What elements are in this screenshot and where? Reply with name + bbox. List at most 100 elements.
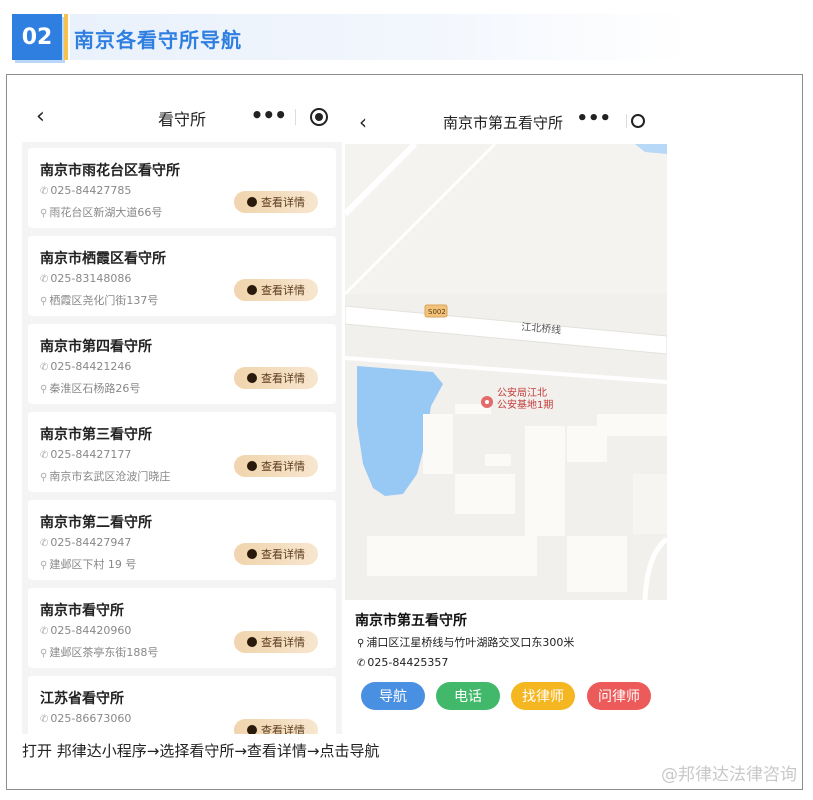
list-item[interactable]: 南京市第三看守所 ✆ 025-84427177 ⚲ 南京市玄武区沧波门晓庄 查看详情 bbox=[28, 412, 336, 492]
more-icon[interactable]: ••• bbox=[251, 103, 287, 127]
nav-divider bbox=[295, 109, 296, 125]
list-item-address: ⚲ 建邺区茶亭东街188号 bbox=[40, 644, 158, 660]
list-item-phone: ✆ 025-84427177 bbox=[40, 448, 131, 461]
call-button[interactable]: 电话 bbox=[436, 682, 500, 710]
list-item-address: ⚲ 秦淮区石杨路26号 bbox=[40, 380, 140, 396]
view-details-button[interactable]: 查看详情 bbox=[234, 631, 318, 653]
list-item-phone: ✆ 025-84421246 bbox=[40, 360, 131, 373]
list-item-address: ⚲ 南京市玄武区沧波门晓庄 bbox=[40, 468, 170, 484]
view-details-label: 查看详情 bbox=[261, 284, 305, 297]
road-shield-label: S002 bbox=[428, 308, 446, 316]
location-phone-text: 025-84425357 bbox=[367, 656, 449, 669]
location-pin-icon: ⚲ bbox=[40, 472, 48, 483]
location-phone[interactable]: ✆ 025-84425357 bbox=[357, 656, 448, 669]
list-item-address: ⚲ 建邺区下村 19 号 bbox=[40, 556, 136, 572]
detail-icon bbox=[247, 373, 257, 383]
map-canvas: S002 江北桥线 公安局江北 公安基地1期 bbox=[345, 144, 667, 600]
phone-icon: ✆ bbox=[40, 450, 49, 461]
left-navbar: ‹ 看守所 ••• bbox=[22, 92, 342, 142]
view-details-button[interactable]: 查看详情 bbox=[234, 279, 318, 301]
list-item[interactable]: 南京市雨花台区看守所 ✆ 025-84427785 ⚲ 雨花台区新湖大道66号 查看详情 bbox=[28, 148, 336, 228]
list-item[interactable]: 南京市看守所 ✆ 025-84420960 ⚲ 建邺区茶亭东街188号 查看详情 bbox=[28, 588, 336, 668]
view-details-label: 查看详情 bbox=[261, 548, 305, 561]
list-item-name: 南京市第二看守所 bbox=[40, 515, 152, 531]
list-item-name: 南京市雨花台区看守所 bbox=[40, 163, 180, 179]
right-nav-title: 南京市第五看守所 bbox=[443, 114, 564, 132]
view-details-label: 查看详情 bbox=[261, 372, 305, 385]
list-item[interactable]: 江苏省看守所 ✆025-86673060 ⚲南京市建邺区清河路9号 查看详情 bbox=[28, 676, 336, 734]
phone-icon: ✆ bbox=[40, 714, 49, 725]
more-icon[interactable]: ••• bbox=[576, 108, 611, 129]
list-item-phone-text: 025-84427947 bbox=[50, 536, 132, 549]
detail-icon bbox=[247, 285, 257, 295]
right-navbar: ‹ 南京市第五看守所 ••• bbox=[345, 96, 667, 144]
list-item-address-text: 栖霞区尧化门街137号 bbox=[49, 294, 159, 307]
list-item-address-text: 秦淮区石杨路26号 bbox=[49, 382, 141, 395]
watermark: @邦律达法律咨询 bbox=[661, 765, 797, 785]
ask-lawyer-button[interactable]: 问律师 bbox=[587, 682, 651, 710]
list-item-phone: ✆ 025-86673060 bbox=[40, 712, 131, 725]
map-view[interactable]: S002 江北桥线 公安局江北 公安基地1期 bbox=[345, 144, 667, 600]
detention-list: 南京市雨花台区看守所 ✆ 025-84427785 ⚲ 雨花台区新湖大道66号 查看详情南… bbox=[22, 148, 342, 734]
close-miniprogram-icon[interactable] bbox=[631, 114, 645, 128]
phone-icon: ✆ bbox=[40, 362, 49, 373]
list-item-phone-text: 025-84420960 bbox=[50, 624, 132, 637]
list-item-address: ⚲ 栖霞区尧化门街137号 bbox=[40, 292, 158, 308]
list-item-address: ⚲ 雨花台区新湖大道66号 bbox=[40, 204, 162, 220]
section-title: 南京各看守所导航 bbox=[74, 28, 242, 52]
find-lawyer-button[interactable]: 找律师 bbox=[511, 682, 575, 710]
view-details-button[interactable]: 查看详情 bbox=[234, 543, 318, 565]
phone-icon: ✆ bbox=[40, 538, 49, 549]
back-button[interactable]: ‹ bbox=[359, 110, 367, 134]
phone-icon: ✆ bbox=[40, 626, 49, 637]
detail-icon bbox=[247, 725, 257, 734]
list-item[interactable]: 南京市第四看守所 ✆ 025-84421246 ⚲ 秦淮区石杨路26号 查看详情 bbox=[28, 324, 336, 404]
location-address-text: 浦口区江星桥线与竹叶湖路交叉口东300米 bbox=[366, 636, 575, 649]
list-item-phone-text: 025-84427785 bbox=[50, 184, 132, 197]
list-item-phone-text: 025-86673060 bbox=[50, 712, 132, 725]
location-pin-icon: ⚲ bbox=[40, 648, 48, 659]
view-details-button[interactable]: 查看详情 bbox=[234, 719, 318, 734]
list-item-address-text: 建邺区茶亭东街188号 bbox=[49, 646, 159, 659]
location-pin-icon: ⚲ bbox=[357, 638, 365, 649]
header-accent-bar bbox=[64, 14, 68, 60]
list-item-phone-text: 025-84427177 bbox=[50, 448, 132, 461]
navigate-button[interactable]: 导航 bbox=[361, 682, 425, 710]
location-address: ⚲ 浦口区江星桥线与竹叶湖路交叉口东300米 bbox=[357, 634, 574, 650]
poi-label-line2: 公安基地1期 bbox=[497, 398, 553, 411]
list-item[interactable]: 南京市第二看守所 ✆ 025-84427947 ⚲ 建邺区下村 19 号查看详情 bbox=[28, 500, 336, 580]
list-item-phone-text: 025-84421246 bbox=[50, 360, 132, 373]
detail-icon bbox=[247, 461, 257, 471]
detail-icon bbox=[247, 197, 257, 207]
phone-icon: ✆ bbox=[40, 186, 49, 197]
instruction-caption: 打开 邦律达小程序→选择看守所→查看详情→点击导航 bbox=[22, 742, 380, 760]
section-number: 02 bbox=[12, 14, 62, 60]
list-item-address-text: 南京市玄武区沧波门晓庄 bbox=[49, 470, 171, 483]
list-item-name: 江苏省看守所 bbox=[40, 691, 124, 707]
location-pin-icon: ⚲ bbox=[40, 384, 48, 395]
view-details-label: 查看详情 bbox=[261, 460, 305, 473]
view-details-button[interactable]: 查看详情 bbox=[234, 367, 318, 389]
location-name: 南京市第五看守所 bbox=[355, 613, 467, 629]
location-pin-icon: ⚲ bbox=[40, 560, 48, 571]
list-item-phone: ✆ 025-83148086 bbox=[40, 272, 131, 285]
view-details-label: 查看详情 bbox=[261, 636, 305, 649]
view-details-button[interactable]: 查看详情 bbox=[234, 455, 318, 477]
list-item-address-text: 建邺区下村 19 号 bbox=[49, 558, 137, 571]
list-item-name: 南京市栖霞区看守所 bbox=[40, 251, 166, 267]
phone-icon: ✆ bbox=[357, 658, 366, 669]
view-details-label: 查看详情 bbox=[261, 196, 305, 209]
list-item-phone: ✆ 025-84420960 bbox=[40, 624, 131, 637]
close-miniprogram-icon[interactable] bbox=[310, 108, 328, 126]
list-item-phone: ✆ 025-84427947 bbox=[40, 536, 131, 549]
list-item-phone-text: 025-83148086 bbox=[50, 272, 132, 285]
phone-icon: ✆ bbox=[40, 274, 49, 285]
poi-label-line1: 公安局江北 bbox=[497, 386, 547, 399]
nav-divider bbox=[626, 114, 627, 128]
view-details-button[interactable]: 查看详情 bbox=[234, 191, 318, 213]
left-screen: ‹ 看守所 ••• 南京市雨花台区看守所 ✆ 025-84427785 ⚲ 雨花台区新湖… bbox=[22, 92, 342, 734]
list-item-name: 南京市看守所 bbox=[40, 603, 124, 619]
list-item[interactable]: 南京市栖霞区看守所 ✆ 025-83148086 ⚲ 栖霞区尧化门街137号 查看详情 bbox=[28, 236, 336, 316]
location-info: 南京市第五看守所 ⚲ 浦口区江星桥线与竹叶湖路交叉口东300米 ✆ 025-8442… bbox=[345, 600, 667, 738]
list-item-address-text: 雨花台区新湖大道66号 bbox=[49, 206, 163, 219]
